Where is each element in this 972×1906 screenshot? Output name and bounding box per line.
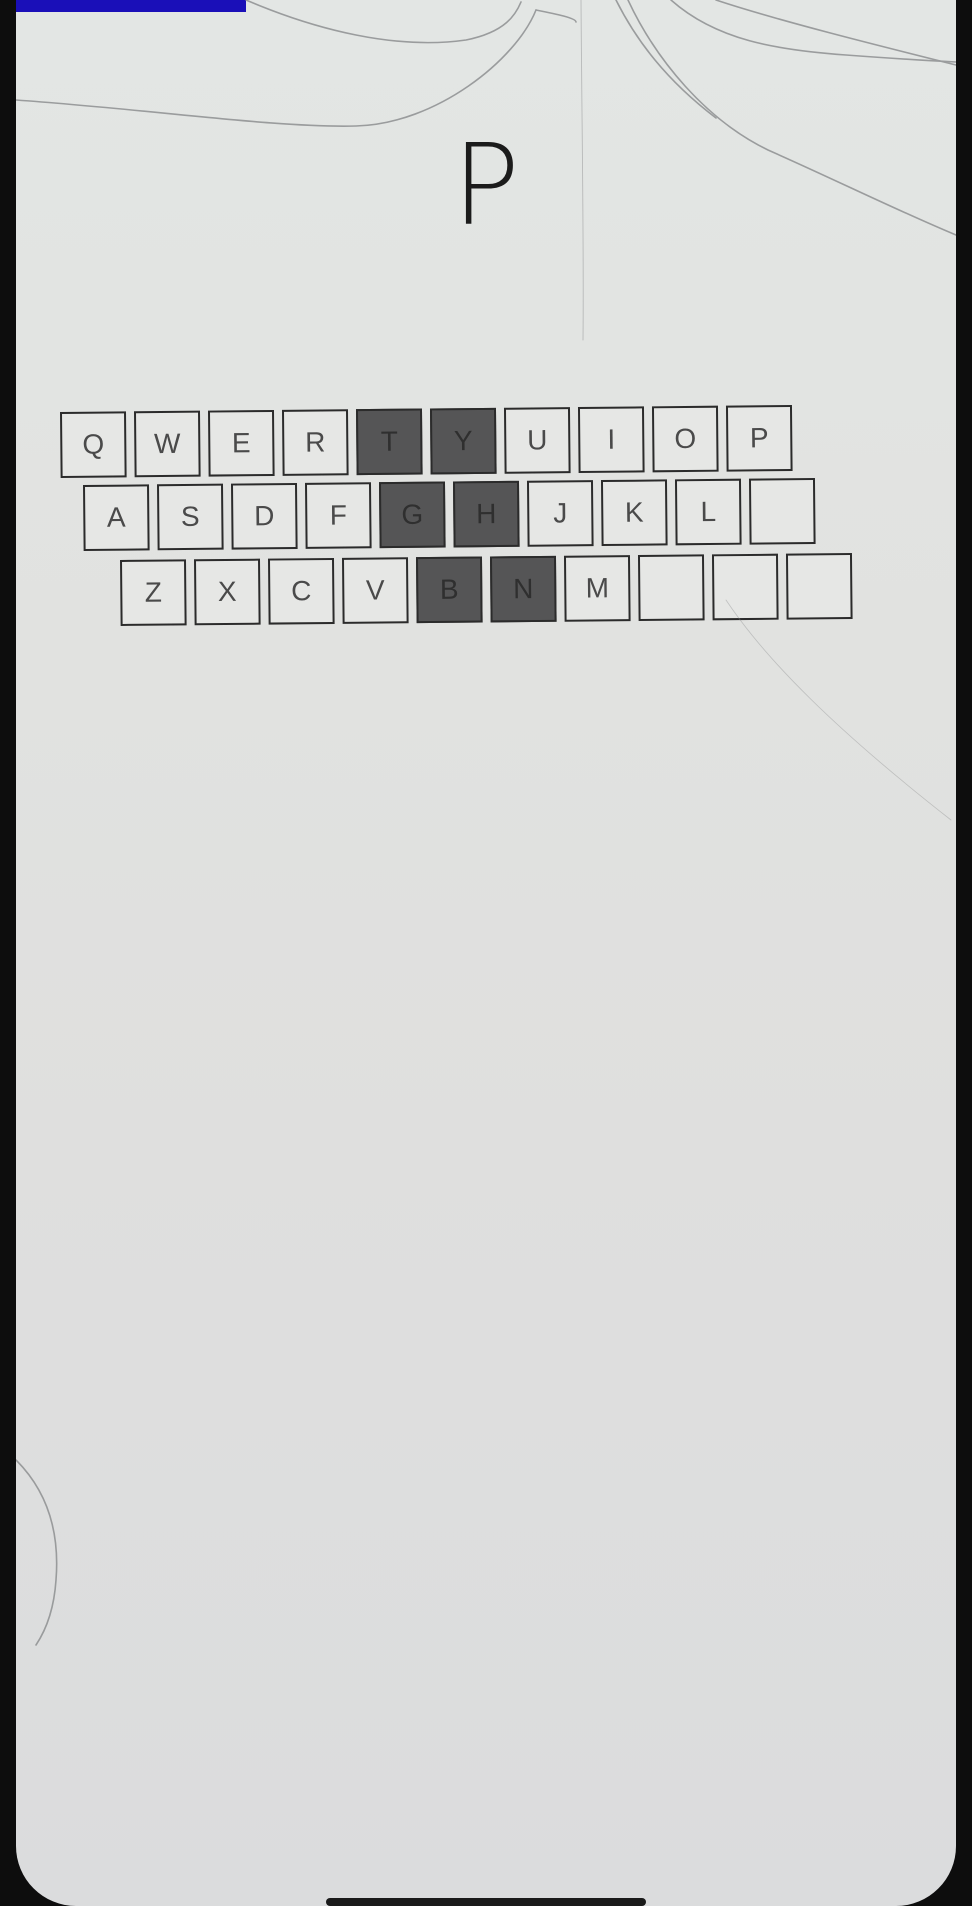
keyboard-row-2: A S D F G H J K L bbox=[83, 477, 816, 551]
key-label: W bbox=[153, 427, 181, 460]
key-label: H bbox=[476, 498, 497, 530]
key-blank[interactable] bbox=[785, 552, 853, 620]
key-h[interactable]: H bbox=[452, 480, 520, 548]
key-q[interactable]: Q bbox=[60, 411, 127, 478]
phone-frame: P Q W E R T Y U I O P A S D F G H J K L … bbox=[0, 0, 972, 1906]
key-label: G bbox=[401, 498, 424, 530]
key-d[interactable]: D bbox=[230, 482, 298, 550]
key-label: F bbox=[329, 499, 347, 531]
key-label: Q bbox=[82, 428, 105, 460]
key-n[interactable]: N bbox=[489, 555, 557, 623]
home-indicator[interactable] bbox=[326, 1898, 646, 1906]
keyboard-row-3: Z X C V B N M bbox=[120, 552, 853, 626]
key-l[interactable]: L bbox=[674, 478, 742, 546]
key-k[interactable]: K bbox=[600, 479, 668, 547]
key-label: D bbox=[254, 500, 275, 532]
key-label: E bbox=[231, 427, 251, 459]
key-label: V bbox=[365, 574, 385, 606]
key-p[interactable]: P bbox=[725, 404, 793, 472]
key-blank[interactable] bbox=[748, 477, 816, 545]
key-label: P bbox=[749, 422, 769, 454]
key-e[interactable]: E bbox=[207, 409, 275, 477]
key-y[interactable]: Y bbox=[429, 407, 497, 475]
app-screen: P Q W E R T Y U I O P A S D F G H J K L … bbox=[16, 0, 956, 1906]
key-label: S bbox=[180, 500, 200, 533]
key-f[interactable]: F bbox=[304, 482, 372, 549]
key-b[interactable]: B bbox=[415, 556, 483, 624]
key-o[interactable]: O bbox=[651, 405, 719, 473]
key-label: N bbox=[513, 573, 534, 605]
key-label: Y bbox=[453, 425, 473, 457]
key-j[interactable]: J bbox=[526, 480, 594, 547]
key-label: U bbox=[527, 424, 548, 456]
key-i[interactable]: I bbox=[577, 406, 645, 474]
key-blank[interactable] bbox=[637, 554, 705, 622]
key-c[interactable]: C bbox=[267, 557, 335, 625]
key-label: I bbox=[607, 423, 616, 455]
key-label: T bbox=[380, 425, 398, 457]
key-t[interactable]: T bbox=[355, 408, 423, 476]
keyboard-row-1: Q W E R T Y U I O P bbox=[60, 404, 793, 478]
key-x[interactable]: X bbox=[193, 558, 261, 626]
key-w[interactable]: W bbox=[133, 410, 201, 478]
key-s[interactable]: S bbox=[156, 483, 224, 551]
key-label: O bbox=[674, 422, 697, 455]
key-label: K bbox=[624, 496, 644, 528]
key-label: X bbox=[217, 575, 237, 608]
key-label: L bbox=[700, 495, 717, 528]
key-label: B bbox=[439, 573, 459, 605]
key-r[interactable]: R bbox=[281, 409, 349, 476]
key-v[interactable]: V bbox=[341, 557, 409, 624]
key-blank[interactable] bbox=[711, 553, 779, 621]
letter-keyboard: Q W E R T Y U I O P A S D F G H J K L Z … bbox=[16, 0, 956, 700]
key-label: A bbox=[106, 501, 126, 533]
key-label: C bbox=[291, 575, 312, 607]
key-g[interactable]: G bbox=[378, 481, 446, 549]
key-z[interactable]: Z bbox=[120, 559, 187, 626]
key-a[interactable]: A bbox=[83, 484, 150, 551]
key-label: M bbox=[585, 572, 610, 604]
key-label: R bbox=[305, 426, 326, 458]
key-u[interactable]: U bbox=[503, 407, 571, 474]
key-m[interactable]: M bbox=[563, 555, 631, 622]
key-label: Z bbox=[144, 576, 163, 608]
key-label: J bbox=[553, 497, 568, 529]
